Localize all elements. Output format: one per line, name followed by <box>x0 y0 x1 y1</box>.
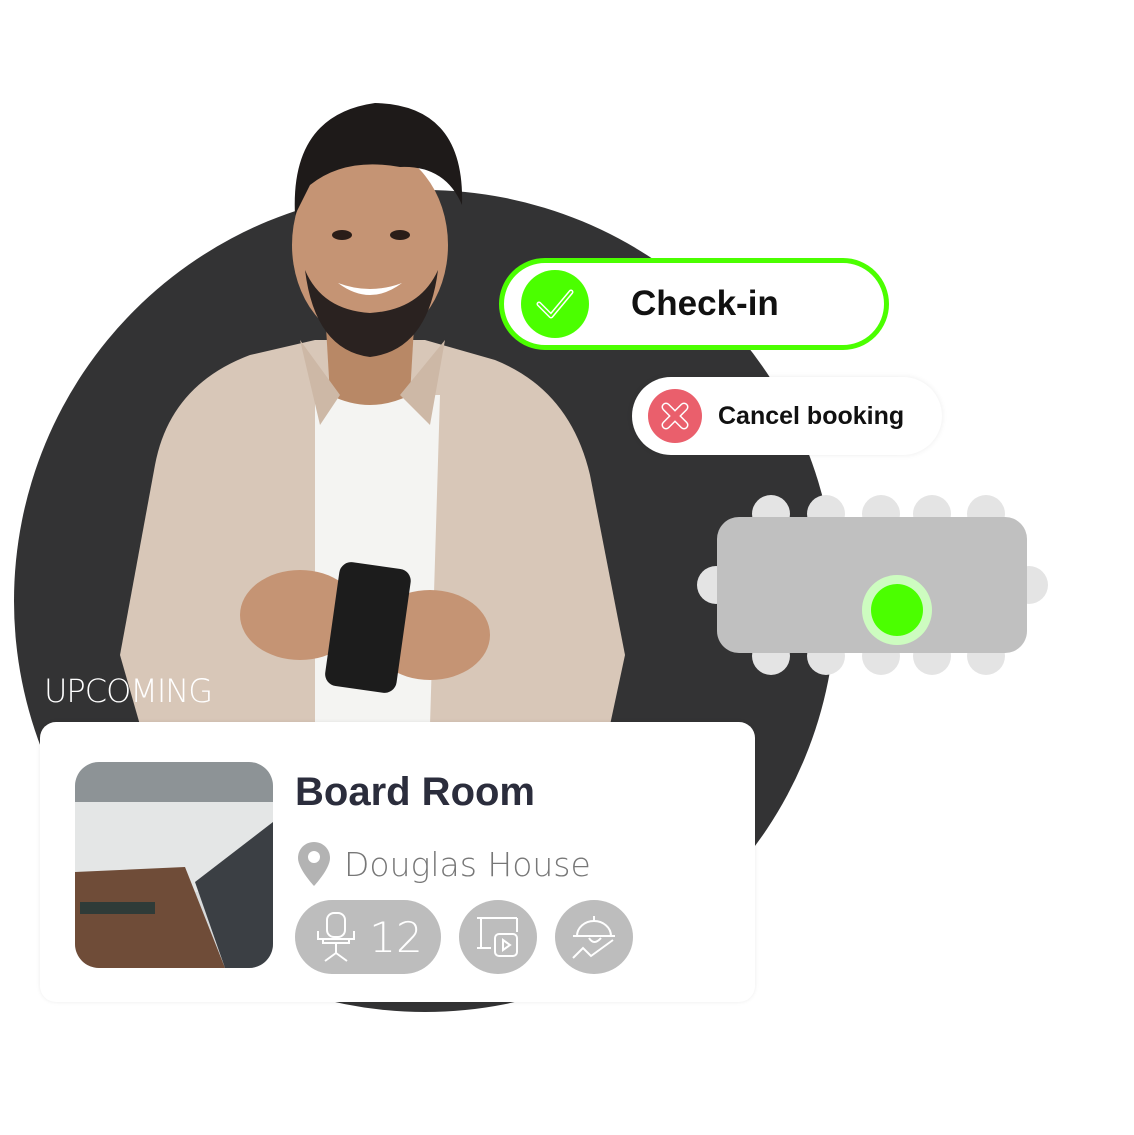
room-photo <box>75 762 273 968</box>
location-text: Douglas House <box>344 844 591 884</box>
projector-screen-icon <box>477 917 518 957</box>
room-name: Board Room <box>295 770 535 814</box>
table-surface <box>717 517 1027 653</box>
capacity-count: 12 <box>369 912 423 962</box>
selected-seat-indicator[interactable] <box>862 575 932 645</box>
amenity-chips: 12 <box>295 900 633 974</box>
capacity-chip: 12 <box>295 900 441 974</box>
check-icon <box>521 270 589 338</box>
cancel-booking-label: Cancel booking <box>718 401 905 430</box>
check-in-button[interactable]: Check-in <box>499 258 889 350</box>
catering-cloche-icon <box>572 916 615 959</box>
meeting-table-floorplan <box>695 495 1050 675</box>
catering-chip <box>555 900 633 974</box>
presentation-chip <box>459 900 537 974</box>
map-pin-icon <box>298 842 330 886</box>
chair-icon <box>317 912 356 962</box>
check-in-label: Check-in <box>631 284 779 323</box>
close-icon <box>648 389 702 443</box>
room-location: Douglas House <box>298 842 591 886</box>
upcoming-label: UPCOMING <box>44 672 213 710</box>
person-photo <box>120 103 625 725</box>
booking-card[interactable]: Board Room Douglas House 12 <box>40 722 755 1002</box>
cancel-booking-button[interactable]: Cancel booking <box>632 377 942 455</box>
